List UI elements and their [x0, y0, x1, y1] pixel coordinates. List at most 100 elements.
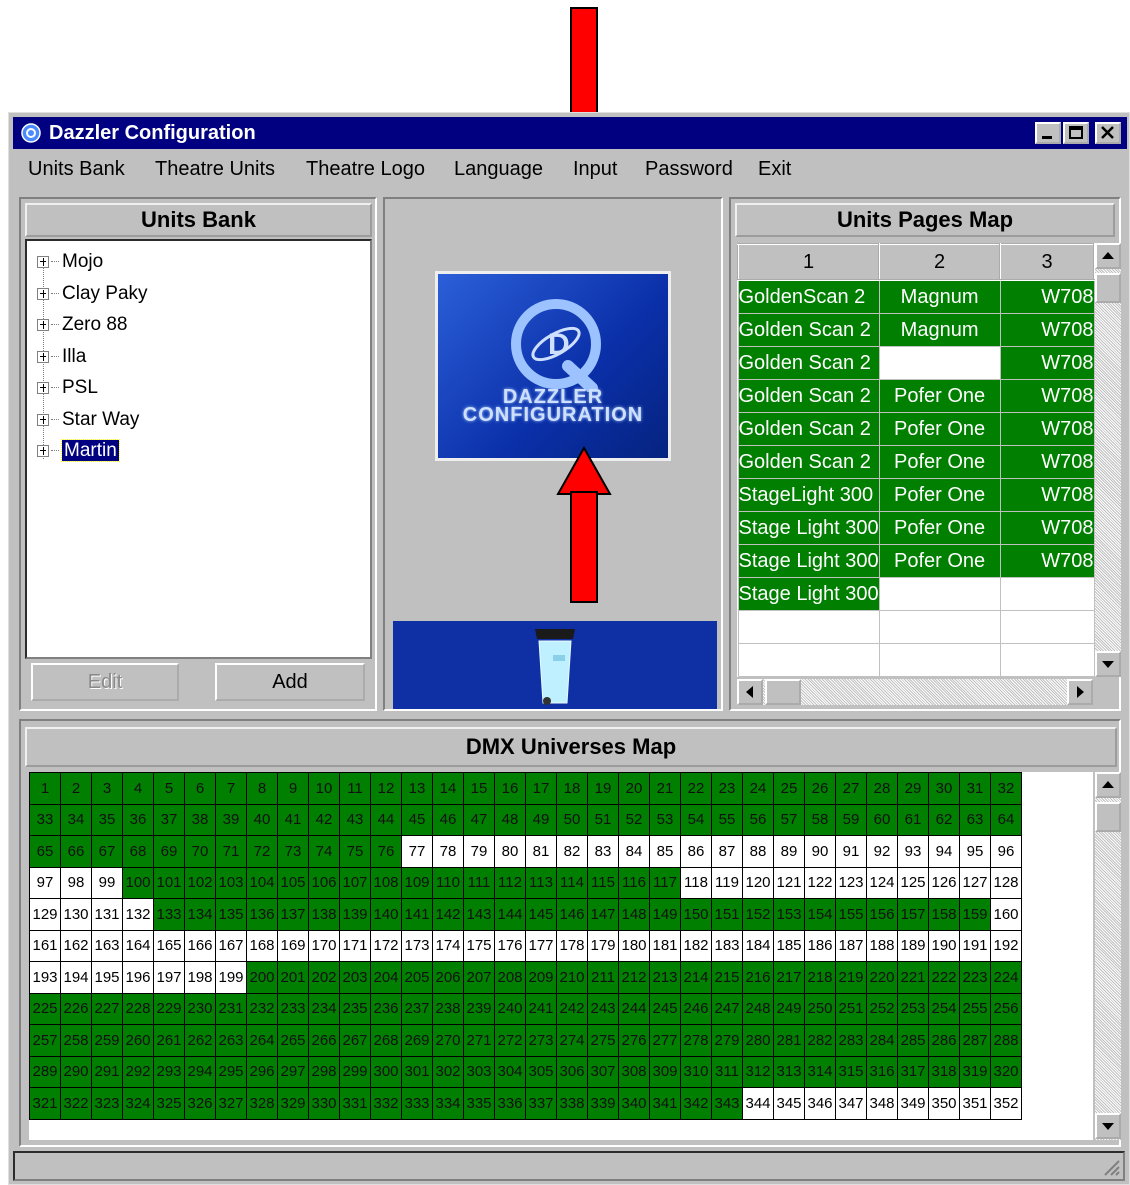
dmx-channel-cell[interactable]: 114: [556, 866, 588, 899]
dmx-channel-cell[interactable]: 34: [60, 803, 92, 836]
dmx-channel-cell[interactable]: 53: [649, 803, 681, 836]
dmx-channel-cell[interactable]: 274: [556, 1024, 588, 1057]
dmx-channel-cell[interactable]: 13: [401, 772, 433, 805]
dmx-channel-cell[interactable]: 306: [556, 1055, 588, 1088]
tree-item-star-way[interactable]: Star Way: [37, 407, 139, 433]
dmx-channel-cell[interactable]: 122: [804, 866, 836, 899]
dmx-channel-cell[interactable]: 139: [339, 898, 371, 931]
dmx-channel-cell[interactable]: 90: [804, 835, 836, 868]
dmx-channel-cell[interactable]: 45: [401, 803, 433, 836]
dmx-channel-cell[interactable]: 214: [680, 961, 712, 994]
dmx-channel-cell[interactable]: 335: [463, 1087, 495, 1120]
dmx-channel-cell[interactable]: 166: [184, 929, 216, 962]
dmx-scroll-up-button[interactable]: [1095, 772, 1121, 798]
dmx-channel-cell[interactable]: 32: [990, 772, 1022, 805]
dmx-channel-cell[interactable]: 124: [866, 866, 898, 899]
dmx-channel-cell[interactable]: 311: [711, 1055, 743, 1088]
dmx-channel-cell[interactable]: 321: [29, 1087, 61, 1120]
dmx-channel-cell[interactable]: 146: [556, 898, 588, 931]
dmx-channel-cell[interactable]: 185: [773, 929, 805, 962]
dmx-channel-cell[interactable]: 202: [308, 961, 340, 994]
dmx-channel-cell[interactable]: 180: [618, 929, 650, 962]
dmx-channel-cell[interactable]: 62: [928, 803, 960, 836]
dmx-channel-cell[interactable]: 81: [525, 835, 557, 868]
dmx-channel-cell[interactable]: 64: [990, 803, 1022, 836]
dmx-channel-cell[interactable]: 54: [680, 803, 712, 836]
dmx-channel-cell[interactable]: 342: [680, 1087, 712, 1120]
dmx-channel-cell[interactable]: 10: [308, 772, 340, 805]
dmx-channel-cell[interactable]: 113: [525, 866, 557, 899]
dmx-channel-cell[interactable]: 164: [122, 929, 154, 962]
dmx-channel-cell[interactable]: 9: [277, 772, 309, 805]
dmx-channel-cell[interactable]: 102: [184, 866, 216, 899]
table-cell[interactable]: [999, 577, 1095, 611]
dmx-channel-cell[interactable]: 254: [928, 992, 960, 1025]
dmx-channel-cell[interactable]: 191: [959, 929, 991, 962]
table-cell[interactable]: GoldenScan 2: [737, 279, 880, 314]
dmx-channel-cell[interactable]: 106: [308, 866, 340, 899]
add-button[interactable]: Add: [215, 663, 365, 701]
dmx-channel-cell[interactable]: 135: [215, 898, 247, 931]
dmx-channel-cell[interactable]: 171: [339, 929, 371, 962]
table-cell[interactable]: W708: [999, 379, 1095, 413]
dmx-channel-cell[interactable]: 336: [494, 1087, 526, 1120]
dmx-channel-cell[interactable]: 79: [463, 835, 495, 868]
table-cell[interactable]: W708: [999, 478, 1095, 512]
dmx-channel-cell[interactable]: 224: [990, 961, 1022, 994]
dmx-channel-cell[interactable]: 112: [494, 866, 526, 899]
units-pages-vertical-scrollbar[interactable]: [1095, 243, 1121, 677]
dmx-channel-cell[interactable]: 233: [277, 992, 309, 1025]
dmx-channel-cell[interactable]: 303: [463, 1055, 495, 1088]
dmx-channel-cell[interactable]: 175: [463, 929, 495, 962]
dmx-channel-cell[interactable]: 231: [215, 992, 247, 1025]
dmx-channel-cell[interactable]: 294: [184, 1055, 216, 1088]
dmx-channel-cell[interactable]: 76: [370, 835, 402, 868]
dmx-channel-cell[interactable]: 96: [990, 835, 1022, 868]
dmx-channel-cell[interactable]: 24: [742, 772, 774, 805]
menu-units-bank[interactable]: Units Bank: [28, 157, 125, 181]
dmx-channel-cell[interactable]: 266: [308, 1024, 340, 1057]
table-cell[interactable]: Stage Light 300: [737, 511, 880, 545]
dmx-channel-cell[interactable]: 341: [649, 1087, 681, 1120]
scroll-right-button[interactable]: [1067, 679, 1093, 705]
horizontal-scroll-thumb[interactable]: [765, 679, 801, 705]
table-cell[interactable]: W708: [999, 544, 1095, 578]
dmx-channel-cell[interactable]: 237: [401, 992, 433, 1025]
table-cell[interactable]: Golden Scan 2: [737, 445, 880, 479]
dmx-channel-cell[interactable]: 47: [463, 803, 495, 836]
dmx-channel-cell[interactable]: 78: [432, 835, 464, 868]
resize-grip-icon[interactable]: [1101, 1157, 1121, 1177]
dmx-channel-cell[interactable]: 239: [463, 992, 495, 1025]
dmx-channel-cell[interactable]: 236: [370, 992, 402, 1025]
dmx-channel-cell[interactable]: 192: [990, 929, 1022, 962]
dmx-channel-cell[interactable]: 44: [370, 803, 402, 836]
dmx-channel-cell[interactable]: 187: [835, 929, 867, 962]
table-cell[interactable]: W708: [999, 445, 1095, 479]
tree-item-clay-paky[interactable]: Clay Paky: [37, 281, 148, 307]
column-header[interactable]: 2: [878, 243, 1002, 281]
dmx-channel-cell[interactable]: 200: [246, 961, 278, 994]
table-cell[interactable]: [999, 643, 1095, 677]
dmx-channel-cell[interactable]: 317: [897, 1055, 929, 1088]
dmx-channel-cell[interactable]: 269: [401, 1024, 433, 1057]
table-cell[interactable]: Golden Scan 2: [737, 346, 880, 380]
dmx-channel-cell[interactable]: 55: [711, 803, 743, 836]
dmx-channel-cell[interactable]: 229: [153, 992, 185, 1025]
dmx-channel-cell[interactable]: 20: [618, 772, 650, 805]
table-cell[interactable]: [999, 610, 1095, 644]
dmx-channel-cell[interactable]: 84: [618, 835, 650, 868]
column-header[interactable]: 1: [737, 243, 881, 281]
dmx-channel-cell[interactable]: 108: [370, 866, 402, 899]
dmx-channel-cell[interactable]: 170: [308, 929, 340, 962]
dmx-channel-cell[interactable]: 83: [587, 835, 619, 868]
dmx-channel-cell[interactable]: 320: [990, 1055, 1022, 1088]
dmx-channel-cell[interactable]: 8: [246, 772, 278, 805]
dmx-channel-cell[interactable]: 156: [866, 898, 898, 931]
dmx-channel-cell[interactable]: 75: [339, 835, 371, 868]
dmx-channel-cell[interactable]: 309: [649, 1055, 681, 1088]
dmx-channel-cell[interactable]: 117: [649, 866, 681, 899]
dmx-channel-cell[interactable]: 177: [525, 929, 557, 962]
column-header[interactable]: 3: [999, 243, 1095, 281]
dmx-channel-cell[interactable]: 145: [525, 898, 557, 931]
dmx-channel-cell[interactable]: 240: [494, 992, 526, 1025]
